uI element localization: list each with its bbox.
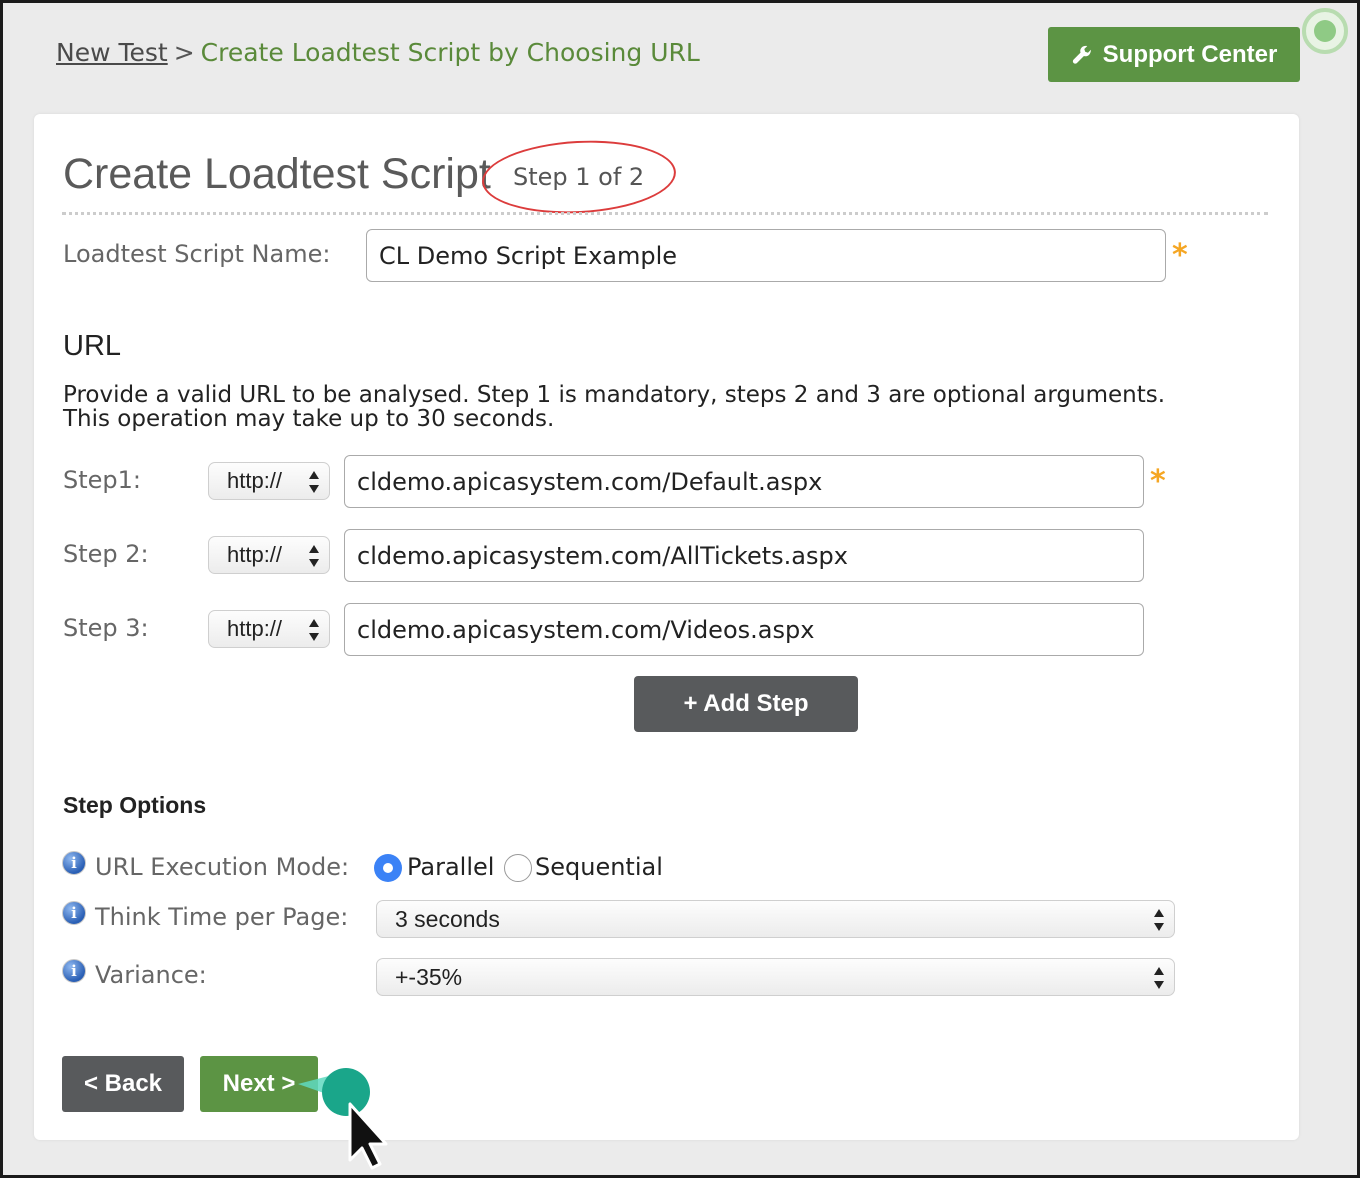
support-center-label: Support Center	[1102, 40, 1278, 68]
variance-select[interactable]: +-35%	[376, 958, 1175, 996]
execution-mode-label: URL Execution Mode:	[95, 853, 350, 881]
sequential-radio[interactable]	[504, 854, 532, 882]
back-button[interactable]: < Back	[62, 1056, 184, 1112]
wrench-icon	[1072, 45, 1091, 64]
info-icon[interactable]: i	[62, 851, 86, 875]
script-name-input[interactable]: CL Demo Script Example	[366, 229, 1166, 282]
support-center-button[interactable]: Support Center	[1048, 27, 1300, 82]
step-3-protocol-value: http://	[227, 616, 283, 641]
step-options-heading: Step Options	[63, 792, 207, 818]
breadcrumb-current: Create Loadtest Script by Choosing URL	[200, 38, 700, 67]
updown-arrows-icon	[309, 619, 319, 641]
url-description-line-1: Provide a valid URL to be analysed. Step…	[63, 382, 1166, 408]
page-title: Create Loadtest Script	[63, 150, 491, 198]
updown-arrows-icon	[1154, 967, 1164, 989]
updown-arrows-icon	[309, 545, 319, 567]
step-2-protocol-value: http://	[227, 542, 283, 567]
step-3-label: Step 3:	[63, 614, 149, 642]
info-icon[interactable]: i	[62, 901, 86, 925]
url-description: Provide a valid URL to be analysed. Step…	[63, 383, 1213, 431]
step-1-label: Step1:	[63, 466, 141, 494]
step-indicator-text: Step 1 of 2	[513, 163, 645, 192]
script-name-label: Loadtest Script Name:	[63, 240, 331, 268]
variance-label: Variance:	[95, 961, 207, 989]
step-3-protocol-select[interactable]: http://	[208, 610, 330, 648]
step-1-required-mark: *	[1150, 464, 1166, 499]
step-2-protocol-select[interactable]: http://	[208, 536, 330, 574]
breadcrumb-new-test-link[interactable]: New Test	[56, 38, 168, 67]
step-2-url-input[interactable]: cldemo.apicasystem.com/AllTickets.aspx	[344, 529, 1144, 582]
updown-arrows-icon	[1154, 909, 1164, 931]
updown-arrows-icon	[309, 471, 319, 493]
think-time-select[interactable]: 3 seconds	[376, 900, 1175, 938]
think-time-value: 3 seconds	[395, 905, 500, 932]
variance-value: +-35%	[395, 963, 463, 990]
step-1-url-input[interactable]: cldemo.apicasystem.com/Default.aspx	[344, 455, 1144, 508]
breadcrumb-separator: >	[173, 38, 195, 67]
think-time-label: Think Time per Page:	[95, 903, 349, 931]
step-1-protocol-select[interactable]: http://	[208, 462, 330, 500]
breadcrumb: New Test > Create Loadtest Script by Choos…	[56, 38, 700, 67]
add-step-button[interactable]: + Add Step	[634, 676, 858, 732]
parallel-radio-label[interactable]: Parallel	[407, 853, 494, 881]
step-1-protocol-value: http://	[227, 468, 283, 493]
parallel-radio[interactable]	[374, 854, 402, 882]
title-divider	[62, 212, 1268, 215]
url-heading: URL	[63, 330, 122, 362]
step-2-label: Step 2:	[63, 540, 149, 568]
status-ring-icon	[1302, 8, 1348, 54]
info-icon[interactable]: i	[62, 959, 86, 983]
script-name-required-mark: *	[1172, 238, 1188, 273]
step-3-url-input[interactable]: cldemo.apicasystem.com/Videos.aspx	[344, 603, 1144, 656]
sequential-radio-label[interactable]: Sequential	[535, 853, 663, 881]
url-description-line-2: This operation may take up to 30 seconds…	[63, 406, 555, 432]
click-pointer-icon	[298, 1068, 388, 1170]
